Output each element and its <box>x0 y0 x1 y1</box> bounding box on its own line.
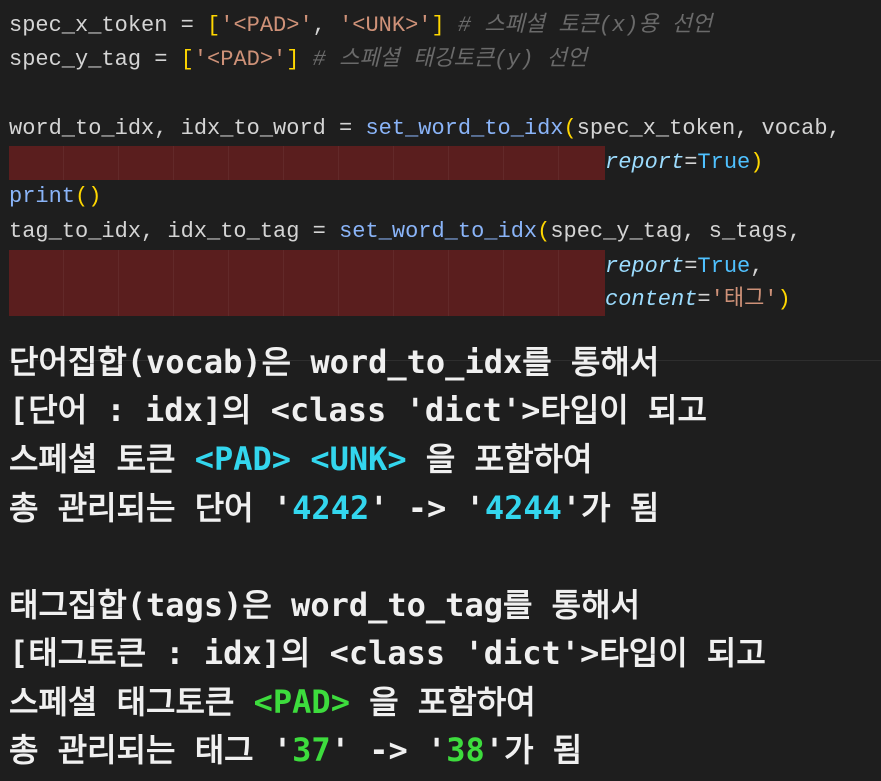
unk-token: <UNK> <box>310 440 407 478</box>
bracket: ] <box>286 47 300 72</box>
operator: = <box>167 13 208 38</box>
bracket: ] <box>431 13 445 38</box>
text: 을 포함하여 <box>349 683 536 721</box>
arrow: ' -> ' <box>330 731 447 769</box>
code-line-8[interactable]: content='태그') <box>605 283 791 317</box>
param-report: report <box>605 150 685 175</box>
tags-line-4: 총 관리되는 태그 '37' -> '38'가 됨 <box>9 726 582 774</box>
selection-highlight-2 <box>9 250 605 316</box>
assign-targets: tag_to_idx, idx_to_tag <box>9 219 300 244</box>
code-line-4[interactable]: report=True) <box>605 146 763 180</box>
pad-token: <PAD> <box>194 440 292 478</box>
operator: = <box>697 287 711 312</box>
var-spec-x-token: spec_x_token <box>9 13 168 38</box>
function-name: set_word_to_idx <box>365 116 564 141</box>
text: 스페셜 토큰 <box>9 440 195 478</box>
bracket: ( <box>563 116 577 141</box>
param-report: report <box>605 254 685 279</box>
comment: # 스페셜 태깅토큰(y) 선언 <box>299 47 588 72</box>
bracket: [ <box>207 13 221 38</box>
string: '태그' <box>710 287 778 312</box>
arrow: ' -> ' <box>369 489 485 527</box>
arguments: spec_y_tag, s_tags, <box>550 219 802 244</box>
code-line-5[interactable]: print() <box>9 180 101 214</box>
comma: , <box>750 254 764 279</box>
value-true: True <box>697 150 751 175</box>
bracket: () <box>75 184 102 209</box>
vocab-line-4: 총 관리되는 단어 '4242' -> '4244'가 됨 <box>9 484 659 532</box>
count-from: 4242 <box>292 489 370 527</box>
bracket: [ <box>180 47 194 72</box>
count-from: 37 <box>292 731 331 769</box>
text: 총 관리되는 단어 ' <box>9 489 293 527</box>
operator: = <box>299 219 340 244</box>
operator: = <box>684 254 698 279</box>
code-line-1[interactable]: spec_x_token = ['<PAD>', '<UNK>'] # 스페셜 … <box>9 9 712 43</box>
text: 을 포함하여 <box>406 440 593 478</box>
bracket: ( <box>537 219 551 244</box>
code-line-2[interactable]: spec_y_tag = ['<PAD>'] # 스페셜 태깅토큰(y) 선언 <box>9 43 587 77</box>
comment: # 스페셜 토큰(x)용 선언 <box>444 13 713 38</box>
param-content: content <box>605 287 698 312</box>
assign-targets: word_to_idx, idx_to_word <box>9 116 326 141</box>
code-line-3[interactable]: word_to_idx, idx_to_word = set_word_to_i… <box>9 112 841 146</box>
bracket: ) <box>750 150 764 175</box>
count-to: 38 <box>446 731 485 769</box>
operator: = <box>325 116 366 141</box>
text: '가 됨 <box>484 731 583 769</box>
string: '<PAD>' <box>193 47 287 72</box>
var-spec-y-tag: spec_y_tag <box>9 47 142 72</box>
tags-line-1: 태그집합(tags)은 word_to_tag를 통해서 <box>9 586 641 624</box>
string: '<UNK>' <box>339 13 432 38</box>
string: '<PAD>' <box>220 13 313 38</box>
vocab-line-1: 단어집합(vocab)은 word_to_idx를 통해서 <box>9 343 660 381</box>
selection-highlight-1 <box>9 146 605 180</box>
text: 스페셜 태그토큰 <box>9 683 254 721</box>
comma: , <box>312 13 340 38</box>
function-name: set_word_to_idx <box>339 219 538 244</box>
operator: = <box>684 150 698 175</box>
arguments: spec_x_token, vocab, <box>576 116 841 141</box>
tags-line-2: [태그토큰 : idx]의 <class 'dict'>타입이 되고 <box>9 634 766 672</box>
text: '가 됨 <box>561 489 660 527</box>
count-to: 4244 <box>484 489 562 527</box>
code-line-7[interactable]: report=True, <box>605 250 763 284</box>
tags-line-3: 스페셜 태그토큰 <PAD> 을 포함하여 <box>9 678 536 726</box>
bracket: ) <box>777 287 791 312</box>
function-print: print <box>9 184 76 209</box>
operator: = <box>141 47 181 72</box>
vocab-line-3: 스페셜 토큰 <PAD> <UNK> 을 포함하여 <box>9 435 592 483</box>
pad-token: <PAD> <box>253 683 350 721</box>
vocab-line-2: [단어 : idx]의 <class 'dict'>타입이 되고 <box>9 391 707 429</box>
value-true: True <box>697 254 751 279</box>
code-line-6[interactable]: tag_to_idx, idx_to_tag = set_word_to_idx… <box>9 215 801 249</box>
text: 총 관리되는 태그 ' <box>9 731 293 769</box>
